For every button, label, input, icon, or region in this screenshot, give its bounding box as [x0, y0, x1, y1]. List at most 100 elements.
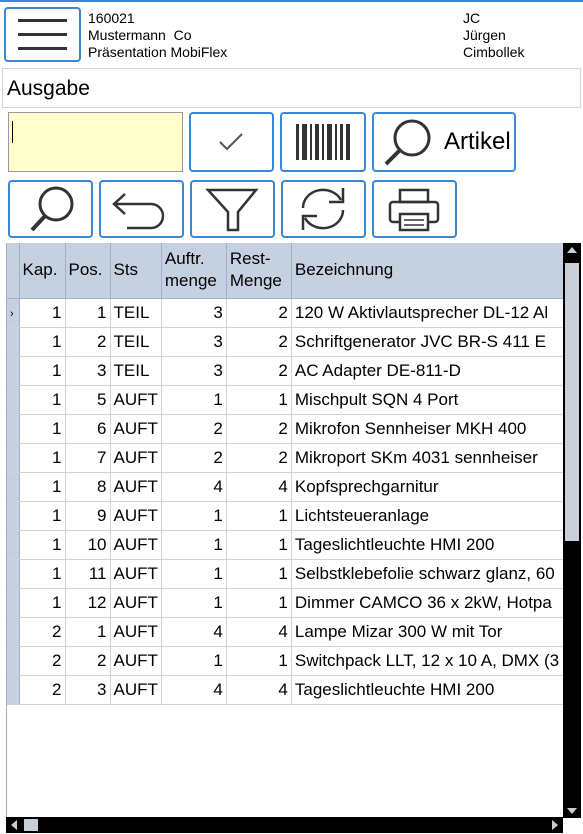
back-button[interactable] [99, 180, 184, 238]
row-selector[interactable] [7, 530, 20, 560]
hamburger-icon-bar [18, 33, 67, 36]
page-title: Ausgabe [7, 77, 90, 100]
cell-sts: AUFT [110, 646, 162, 676]
cell-sts: AUFT [110, 501, 162, 531]
table-row[interactable]: 1 11 AUFT 1 1 Selbstklebefolie schwarz glanz,… [7, 559, 566, 589]
row-selector[interactable] [7, 443, 20, 473]
vertical-scroll-thumb[interactable] [565, 263, 579, 541]
cell-pos: 3 [65, 356, 111, 386]
cell-restmenge: 4 [226, 472, 292, 502]
row-selector[interactable] [7, 472, 20, 502]
col-header-auftragsmenge[interactable]: Auftr. menge [161, 243, 227, 299]
artikel-search-button[interactable]: Artikel [372, 112, 516, 172]
table-row[interactable]: 1 7 AUFT 2 2 Mikroport SKm 4031 sennheiser [7, 443, 566, 473]
cell-pos: 6 [65, 414, 111, 444]
cell-kap: 1 [19, 501, 66, 531]
row-selector[interactable] [7, 327, 20, 357]
cell-bezeichnung: Switchpack LLT, 12 x 10 A, DMX (3 [291, 646, 566, 676]
col-header-kap[interactable]: Kap. [19, 243, 66, 299]
cell-pos: 2 [65, 646, 111, 676]
row-selector[interactable] [7, 501, 20, 531]
col-header-restmenge[interactable]: Rest- Menge [226, 243, 292, 299]
cell-bezeichnung: Mikroport SKm 4031 sennheiser [291, 443, 566, 473]
cell-pos: 2 [65, 327, 111, 357]
cell-auftragsmenge: 4 [161, 675, 227, 705]
menu-button[interactable] [4, 7, 81, 62]
cell-restmenge: 1 [226, 646, 292, 676]
row-selector[interactable] [7, 675, 20, 705]
table-row[interactable]: 1 8 AUFT 4 4 Kopfsprechgarnitur [7, 472, 566, 502]
row-selector[interactable] [7, 356, 20, 386]
table-row[interactable]: 1 6 AUFT 2 2 Mikrofon Sennheiser MKH 400 [7, 414, 566, 444]
table-row[interactable]: 1 12 AUFT 1 1 Dimmer CAMCO 36 x 2kW, Hotpa [7, 588, 566, 618]
cell-auftragsmenge: 3 [161, 356, 227, 386]
row-selector[interactable] [7, 588, 20, 618]
search-button[interactable] [8, 180, 93, 238]
cell-auftragsmenge: 4 [161, 472, 227, 502]
horizontal-scrollbar[interactable] [6, 817, 563, 833]
cell-bezeichnung: Schriftgenerator JVC BR-S 411 E [291, 327, 566, 357]
scroll-down-icon[interactable] [567, 808, 577, 814]
row-selector[interactable] [7, 646, 20, 676]
cell-restmenge: 2 [226, 414, 292, 444]
cell-pos: 3 [65, 675, 111, 705]
refresh-button[interactable] [281, 180, 366, 238]
barcode-button[interactable] [280, 112, 366, 172]
cell-kap: 1 [19, 559, 66, 589]
confirm-button[interactable] [189, 112, 274, 172]
cell-sts: TEIL [110, 356, 162, 386]
scan-input-box[interactable] [8, 112, 183, 172]
table-row[interactable]: 2 3 AUFT 4 4 Tageslichtleuchte HMI 200 [7, 675, 566, 705]
artikel-label: Artikel [444, 128, 511, 155]
table-row[interactable]: 1 10 AUFT 1 1 Tageslichtleuchte HMI 200 [7, 530, 566, 560]
col-header-sts[interactable]: Sts [110, 243, 162, 299]
cell-kap: 2 [19, 675, 66, 705]
project-info: 160021 Mustermann Co Präsentation MobiFl… [88, 10, 227, 61]
cell-sts: AUFT [110, 617, 162, 647]
col-header-pos[interactable]: Pos. [65, 243, 111, 299]
funnel-icon [205, 188, 259, 232]
cell-auftragsmenge: 1 [161, 646, 227, 676]
cell-sts: AUFT [110, 530, 162, 560]
scan-input[interactable] [9, 113, 182, 171]
undo-arrow-icon [112, 193, 165, 230]
scroll-up-icon[interactable] [567, 247, 577, 253]
cell-sts: TEIL [110, 327, 162, 357]
cell-restmenge: 2 [226, 443, 292, 473]
cell-sts: AUFT [110, 559, 162, 589]
col-header-bezeichnung[interactable]: Bezeichnung [291, 243, 566, 299]
cell-pos: 7 [65, 443, 111, 473]
cell-kap: 1 [19, 356, 66, 386]
cell-auftragsmenge: 1 [161, 530, 227, 560]
table-row[interactable]: 2 2 AUFT 1 1 Switchpack LLT, 12 x 10 A, DMX (… [7, 646, 566, 676]
cell-restmenge: 4 [226, 617, 292, 647]
table-row[interactable]: 1 5 AUFT 1 1 Mischpult SQN 4 Port [7, 385, 566, 415]
cell-sts: TEIL [110, 298, 162, 328]
table-row[interactable]: 1 2 TEIL 3 2 Schriftgenerator JVC BR-S 411 E [7, 327, 566, 357]
company-name: Mustermann Co [88, 27, 192, 43]
positions-grid[interactable]: Kap. Pos. Sts Auftr. menge Rest- Menge B… [6, 243, 581, 833]
filter-button[interactable] [190, 180, 275, 238]
print-button[interactable] [372, 180, 457, 238]
cell-bezeichnung: 120 W Aktivlautsprecher DL-12 Al [291, 298, 566, 328]
cell-kap: 1 [19, 443, 66, 473]
row-selector[interactable] [7, 385, 20, 415]
table-row[interactable]: 1 3 TEIL 3 2 AC Adapter DE-811-D [7, 356, 566, 386]
table-row[interactable]: › 1 1 TEIL 3 2 120 W Aktivlautsprecher DL-12 A… [7, 298, 566, 328]
cell-sts: AUFT [110, 385, 162, 415]
row-selector[interactable] [7, 414, 20, 444]
horizontal-scroll-thumb[interactable] [24, 819, 38, 831]
row-selector[interactable]: › [7, 298, 20, 328]
cell-pos: 11 [65, 559, 111, 589]
row-selector[interactable] [7, 617, 20, 647]
cell-bezeichnung: Selbstklebefolie schwarz glanz, 60 [291, 559, 566, 589]
cell-kap: 2 [19, 617, 66, 647]
vertical-scrollbar[interactable] [563, 243, 581, 818]
scroll-left-icon[interactable] [11, 820, 17, 830]
table-row[interactable]: 2 1 AUFT 4 4 Lampe Mizar 300 W mit Tor [7, 617, 566, 647]
cell-restmenge: 2 [226, 356, 292, 386]
row-selector[interactable] [7, 559, 20, 589]
user-initials: JC [463, 10, 481, 26]
scroll-right-icon[interactable] [552, 820, 558, 830]
table-row[interactable]: 1 9 AUFT 1 1 Lichtsteueranlage [7, 501, 566, 531]
